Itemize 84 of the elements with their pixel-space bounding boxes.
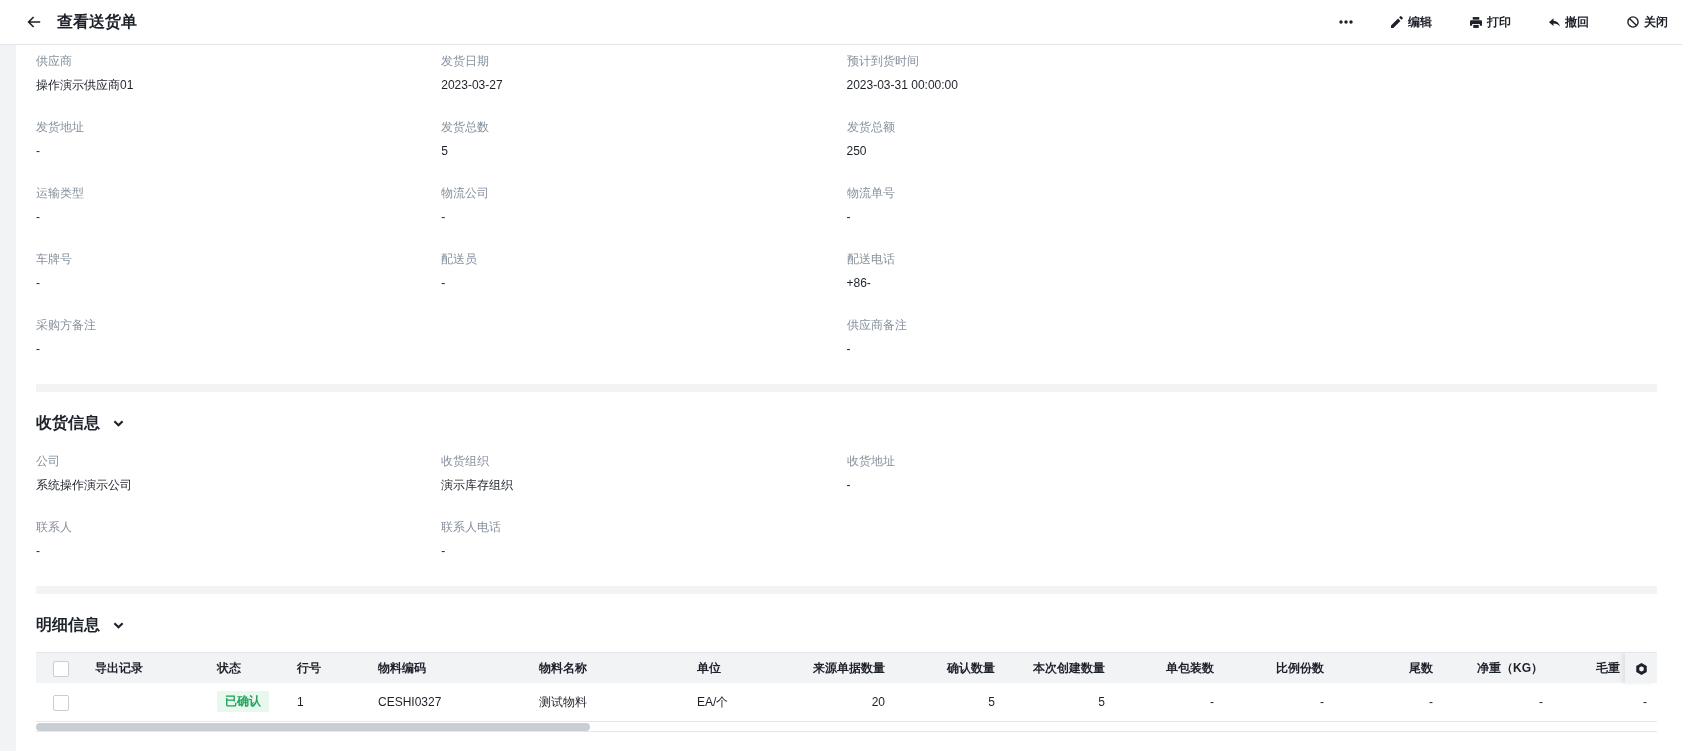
field-label: 车牌号	[36, 251, 73, 268]
column-header[interactable]: 毛重	[1596, 660, 1620, 675]
print-button[interactable]: 打印	[1470, 10, 1511, 34]
field-label: 物流公司	[441, 185, 491, 202]
column-header[interactable]: 比例份数	[1276, 660, 1324, 675]
more-icon	[1339, 20, 1353, 24]
field-label: 配送电话	[846, 251, 896, 268]
field-label: 物流单号	[846, 185, 896, 202]
table-cell: EA/个	[697, 694, 729, 709]
table-cell: -	[1320, 694, 1324, 709]
field-value: 2023-03-27	[441, 77, 504, 94]
field-value: -	[36, 543, 41, 560]
field-label: 采购方备注	[36, 317, 97, 334]
field-value: -	[846, 209, 852, 226]
field-label: 发货总数	[441, 119, 491, 136]
field-value: 5	[441, 143, 449, 160]
column-header[interactable]: 单包装数	[1166, 660, 1214, 675]
field-label: 发货日期	[441, 53, 491, 70]
field-label: 供应商备注	[846, 317, 908, 334]
field-label: 收货地址	[846, 453, 896, 470]
table-cell: -	[1429, 694, 1433, 709]
field-value: -	[36, 209, 41, 226]
field-label: 联系人	[36, 519, 73, 536]
table-cell: 20	[871, 694, 885, 709]
column-header[interactable]: 物料编码	[378, 660, 426, 675]
field-label: 收货组织	[441, 453, 491, 470]
table-cell: CESHI0327	[378, 694, 442, 709]
column-header[interactable]: 导出记录	[95, 660, 143, 675]
pencil-icon	[1391, 16, 1403, 28]
field-value: 250	[846, 143, 868, 160]
column-header[interactable]: 尾数	[1409, 660, 1433, 675]
ban-icon	[1627, 16, 1639, 28]
field-value: -	[441, 543, 447, 560]
column-header[interactable]: 单位	[697, 660, 721, 675]
field-label: 发货总额	[846, 119, 896, 136]
field-label: 预计到货时间	[846, 53, 920, 70]
settings-icon[interactable]	[1635, 662, 1647, 675]
column-header[interactable]: 行号	[297, 660, 321, 675]
field-value: -	[36, 341, 41, 358]
column-header[interactable]: 物料名称	[539, 660, 587, 675]
field-value: -	[441, 209, 447, 226]
field-label: 供应商	[36, 53, 73, 70]
status-tag: 已确认	[217, 691, 269, 713]
field-label: 配送员	[441, 251, 479, 268]
chevron-down-icon[interactable]	[113, 621, 124, 629]
table-cell: -	[1210, 694, 1214, 709]
table-cell: 1	[297, 694, 304, 709]
field-value: +86-	[846, 275, 872, 292]
column-header[interactable]: 来源单据数量	[813, 660, 885, 675]
field-value: 2023-03-31 00:00:00	[846, 77, 959, 94]
field-label: 运输类型	[36, 185, 85, 202]
table-cell: -	[1643, 694, 1647, 709]
row-checkbox[interactable]	[52, 694, 69, 711]
printer-icon	[1470, 16, 1482, 28]
field-value: -	[441, 275, 447, 292]
field-label: 公司	[36, 453, 61, 470]
select-all-checkbox[interactable]	[52, 660, 69, 677]
section-title: 明细信息	[36, 615, 100, 635]
field-value: -	[36, 143, 41, 160]
field-value: -	[36, 275, 41, 292]
table-cell: 测试物料	[539, 694, 587, 709]
field-label: 联系人电话	[441, 519, 503, 536]
table-cell: -	[1539, 694, 1543, 709]
close-button[interactable]: 关闭	[1627, 10, 1668, 34]
column-header[interactable]: 本次创建数量	[1033, 660, 1105, 675]
revoke-button[interactable]: 撤回	[1549, 10, 1589, 34]
chevron-down-icon[interactable]	[113, 419, 124, 427]
field-value: 操作演示供应商01	[36, 77, 135, 94]
column-header[interactable]: 确认数量	[947, 660, 995, 675]
column-header[interactable]: 状态	[217, 660, 241, 675]
page-title: 查看送货单	[57, 12, 137, 33]
field-value: 演示库存组织	[441, 477, 515, 494]
scrollbar-thumb[interactable]	[36, 723, 590, 731]
field-value: -	[846, 477, 852, 494]
table-cell: 5	[1098, 694, 1105, 709]
column-header[interactable]: 净重（KG）	[1477, 660, 1543, 675]
table-cell: 5	[988, 694, 995, 709]
back-arrow-icon	[27, 16, 41, 28]
field-value: 系统操作演示公司	[36, 477, 133, 494]
undo-icon	[1549, 17, 1560, 27]
field-label: 发货地址	[36, 119, 85, 136]
field-value: -	[846, 341, 852, 358]
edit-button[interactable]: 编辑	[1391, 10, 1432, 34]
section-title: 收货信息	[36, 413, 100, 434]
